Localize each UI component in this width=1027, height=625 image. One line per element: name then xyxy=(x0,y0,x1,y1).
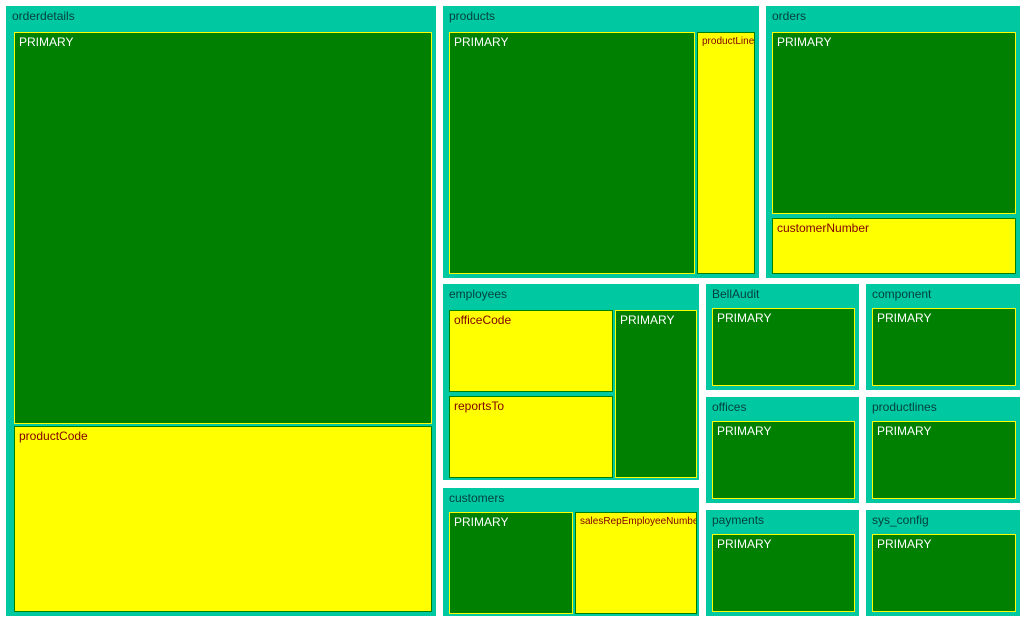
table-products[interactable]: products PRIMARY productLine xyxy=(441,4,761,280)
table-sys-config[interactable]: sys_config PRIMARY xyxy=(864,508,1022,618)
table-offices[interactable]: offices PRIMARY xyxy=(704,395,861,505)
index-label: productLine xyxy=(702,35,754,49)
index-primary[interactable]: PRIMARY xyxy=(712,308,855,386)
table-orders[interactable]: orders PRIMARY customerNumber xyxy=(764,4,1022,280)
table-label: orderdetails xyxy=(12,9,75,23)
index-primary[interactable]: PRIMARY xyxy=(872,308,1016,386)
table-productlines[interactable]: productlines PRIMARY xyxy=(864,395,1022,505)
table-component[interactable]: component PRIMARY xyxy=(864,282,1022,392)
table-label: orders xyxy=(772,9,806,23)
index-label: PRIMARY xyxy=(877,311,931,325)
index-label: customerNumber xyxy=(777,221,869,235)
table-label: payments xyxy=(712,513,764,527)
table-orderdetails[interactable]: orderdetails PRIMARY productCode xyxy=(4,4,438,618)
index-reportsto[interactable]: reportsTo xyxy=(449,396,613,478)
index-label: officeCode xyxy=(454,313,511,327)
index-primary[interactable]: PRIMARY xyxy=(14,32,432,424)
index-label: PRIMARY xyxy=(877,537,931,551)
table-label: products xyxy=(449,9,495,23)
index-primary[interactable]: PRIMARY xyxy=(615,310,697,478)
index-customernumber[interactable]: customerNumber xyxy=(772,218,1016,274)
index-officecode[interactable]: officeCode xyxy=(449,310,613,392)
index-label: reportsTo xyxy=(454,399,504,413)
index-productcode[interactable]: productCode xyxy=(14,426,432,612)
index-primary[interactable]: PRIMARY xyxy=(449,32,695,274)
index-productline[interactable]: productLine xyxy=(697,32,755,274)
index-label: PRIMARY xyxy=(717,537,771,551)
index-label: PRIMARY xyxy=(717,424,771,438)
table-payments[interactable]: payments PRIMARY xyxy=(704,508,861,618)
index-primary[interactable]: PRIMARY xyxy=(772,32,1016,214)
index-label: productCode xyxy=(19,429,88,443)
table-label: offices xyxy=(712,400,746,414)
index-label: salesRepEmployeeNumber xyxy=(580,515,697,529)
index-label: PRIMARY xyxy=(620,313,674,327)
index-label: PRIMARY xyxy=(777,35,831,49)
table-label: BellAudit xyxy=(712,287,759,301)
index-label: PRIMARY xyxy=(454,35,508,49)
index-primary[interactable]: PRIMARY xyxy=(712,421,855,499)
index-primary[interactable]: PRIMARY xyxy=(872,534,1016,612)
table-label: sys_config xyxy=(872,513,929,527)
index-label: PRIMARY xyxy=(717,311,771,325)
table-label: productlines xyxy=(872,400,937,414)
index-label: PRIMARY xyxy=(877,424,931,438)
table-bellaudit[interactable]: BellAudit PRIMARY xyxy=(704,282,861,392)
index-primary[interactable]: PRIMARY xyxy=(872,421,1016,499)
index-label: PRIMARY xyxy=(19,35,73,49)
table-employees[interactable]: employees officeCode reportsTo PRIMARY xyxy=(441,282,701,482)
table-label: customers xyxy=(449,491,504,505)
index-label: PRIMARY xyxy=(454,515,508,529)
index-primary[interactable]: PRIMARY xyxy=(449,512,573,614)
table-label: employees xyxy=(449,287,507,301)
index-primary[interactable]: PRIMARY xyxy=(712,534,855,612)
table-label: component xyxy=(872,287,931,301)
index-salesrepemployeenumber[interactable]: salesRepEmployeeNumber xyxy=(575,512,697,614)
table-customers[interactable]: customers PRIMARY salesRepEmployeeNumber xyxy=(441,486,701,618)
